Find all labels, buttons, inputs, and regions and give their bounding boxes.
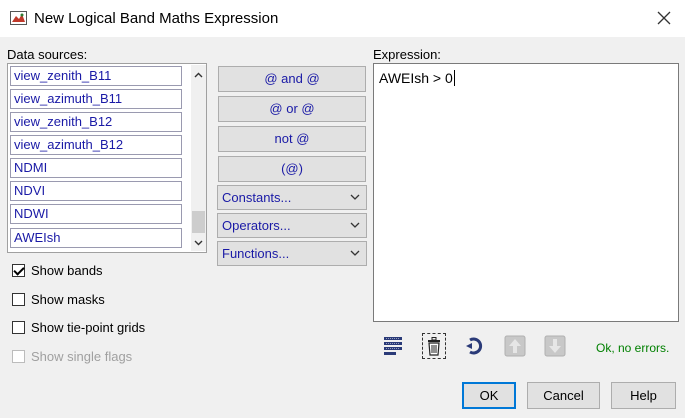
scroll-thumb[interactable] bbox=[192, 211, 205, 233]
not-button[interactable]: not @ bbox=[218, 126, 366, 152]
operators-label: Operators... bbox=[222, 218, 291, 233]
checkbox-checked[interactable] bbox=[12, 263, 25, 277]
list-item[interactable]: view_azimuth_B12 bbox=[10, 135, 182, 155]
close-icon bbox=[657, 11, 671, 25]
expression-value: AWEIsh > 0 bbox=[379, 70, 453, 86]
checkbox-disabled bbox=[12, 349, 25, 363]
ok-button[interactable]: OK bbox=[462, 382, 516, 409]
data-sources-label: Data sources: bbox=[7, 47, 88, 62]
list-item[interactable]: AWEIsh bbox=[10, 228, 182, 248]
list-item[interactable]: NDVI bbox=[10, 181, 182, 201]
history-up-icon bbox=[504, 335, 526, 357]
help-button[interactable]: Help bbox=[611, 382, 676, 409]
list-item[interactable]: view_zenith_B12 bbox=[10, 112, 182, 132]
parentheses-button[interactable]: (@) bbox=[218, 156, 366, 182]
functions-label: Functions... bbox=[222, 246, 290, 261]
show-bands-checkbox[interactable]: Show bands bbox=[12, 261, 103, 279]
window-title: New Logical Band Maths Expression bbox=[34, 10, 279, 27]
expression-editor[interactable]: AWEIsh > 0 bbox=[373, 63, 679, 322]
history-down-icon bbox=[544, 335, 566, 357]
title-bar: New Logical Band Maths Expression bbox=[0, 0, 685, 37]
chevron-down-icon bbox=[194, 240, 203, 246]
show-bands-label: Show bands bbox=[31, 262, 103, 278]
undo-button[interactable] bbox=[463, 333, 487, 359]
cancel-button[interactable]: Cancel bbox=[527, 382, 600, 409]
show-flags-label: Show single flags bbox=[31, 348, 133, 364]
or-button[interactable]: @ or @ bbox=[218, 96, 366, 122]
checkbox[interactable] bbox=[12, 320, 25, 334]
vertical-scrollbar[interactable] bbox=[191, 65, 206, 251]
constants-dropdown[interactable]: Constants... bbox=[217, 185, 367, 210]
list-item[interactable]: view_zenith_B11 bbox=[10, 66, 182, 86]
close-button[interactable] bbox=[652, 6, 676, 30]
functions-dropdown[interactable]: Functions... bbox=[217, 241, 367, 266]
delete-icon bbox=[428, 337, 440, 356]
checkbox[interactable] bbox=[12, 292, 25, 306]
chevron-up-icon bbox=[194, 72, 203, 78]
edit-expression-icon bbox=[384, 337, 402, 355]
data-sources-list[interactable]: view_zenith_B11 view_azimuth_B11 view_ze… bbox=[7, 63, 207, 253]
scroll-down-button[interactable] bbox=[191, 235, 206, 251]
history-down-button bbox=[543, 333, 567, 359]
show-masks-checkbox[interactable]: Show masks bbox=[12, 290, 105, 308]
expression-label: Expression: bbox=[373, 47, 441, 62]
chevron-down-icon bbox=[350, 250, 360, 256]
show-tiepoint-checkbox[interactable]: Show tie-point grids bbox=[12, 318, 145, 336]
delete-button[interactable] bbox=[422, 333, 446, 359]
text-caret bbox=[453, 70, 455, 86]
show-flags-checkbox: Show single flags bbox=[12, 347, 132, 365]
operators-dropdown[interactable]: Operators... bbox=[217, 213, 367, 238]
scroll-up-button[interactable] bbox=[191, 67, 206, 83]
history-up-button bbox=[503, 333, 527, 359]
list-item[interactable]: view_azimuth_B11 bbox=[10, 89, 182, 109]
show-tiepoint-label: Show tie-point grids bbox=[31, 319, 146, 335]
chevron-down-icon bbox=[350, 194, 360, 200]
chevron-down-icon bbox=[350, 222, 360, 228]
and-button[interactable]: @ and @ bbox=[218, 66, 366, 92]
list-item[interactable]: NDMI bbox=[10, 158, 182, 178]
band-maths-icon bbox=[10, 11, 27, 25]
edit-expression-button[interactable] bbox=[381, 333, 405, 359]
status-message: Ok, no errors. bbox=[596, 341, 670, 355]
list-item[interactable]: NDWI bbox=[10, 204, 182, 224]
show-masks-label: Show masks bbox=[31, 291, 105, 307]
expression-text: AWEIsh > 0 bbox=[379, 70, 455, 86]
undo-icon bbox=[466, 337, 483, 355]
constants-label: Constants... bbox=[222, 190, 292, 205]
